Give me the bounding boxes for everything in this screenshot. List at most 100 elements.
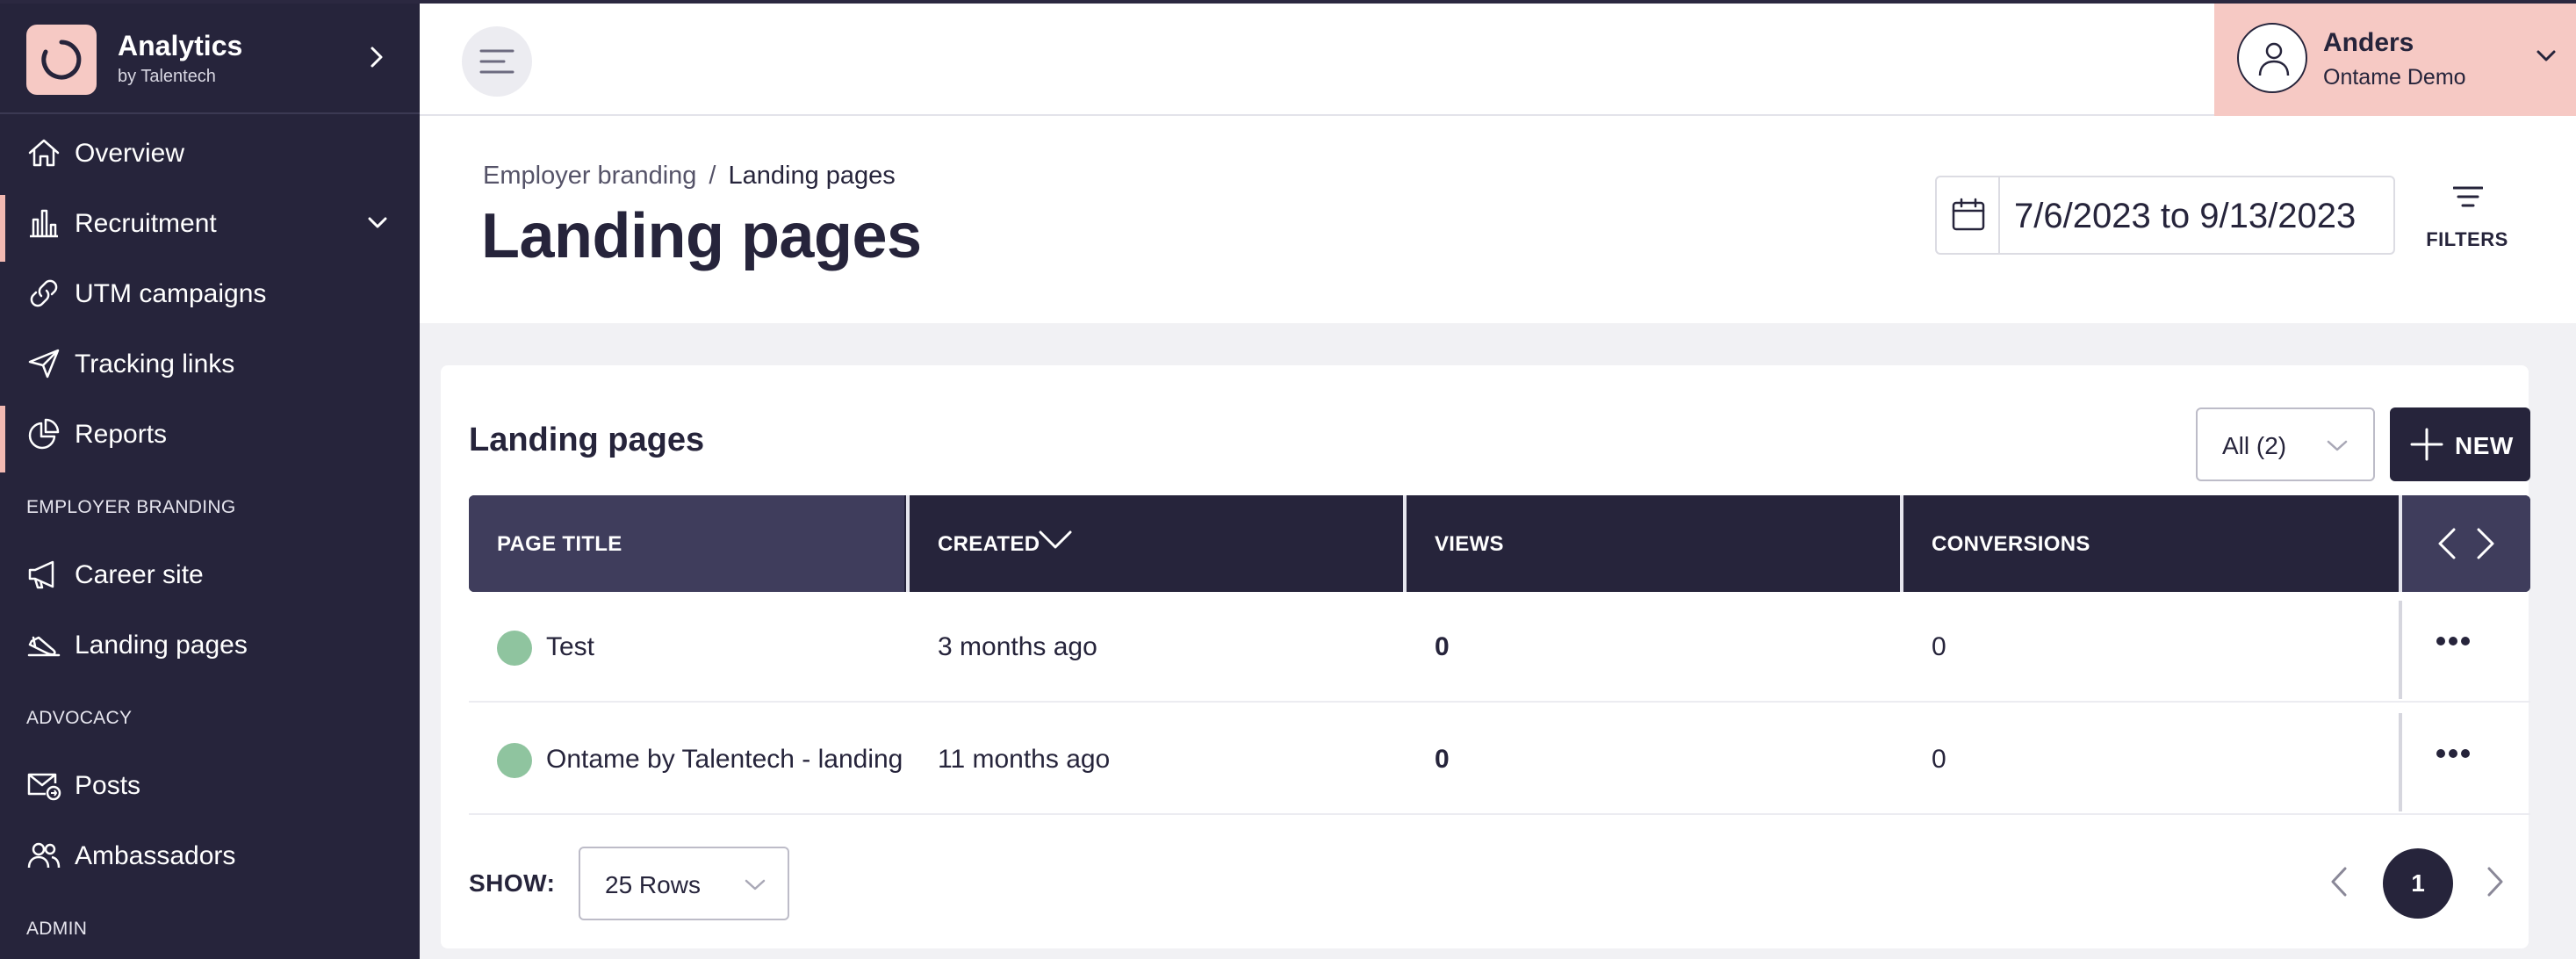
column-header-page-title[interactable]: PAGE TITLE	[469, 495, 904, 592]
table-header: PAGE TITLE CREATED VIEWS CONVERSIONS	[469, 495, 2530, 592]
more-options-icon[interactable]	[2436, 636, 2471, 646]
page-header: Employer branding / Landing pages Landing …	[420, 116, 2576, 323]
sidebar-item-posts[interactable]: Posts	[0, 754, 420, 815]
sidebar-item-landing-pages[interactable]: Landing pages	[0, 613, 420, 674]
row-created: 11 months ago	[938, 745, 1111, 774]
calendar-button[interactable]	[1937, 177, 2000, 253]
section-advocacy: ADVOCACY	[26, 708, 133, 728]
filter-icon	[2453, 186, 2483, 207]
bar-chart-icon	[30, 209, 58, 238]
app-subtitle: by Talentech	[118, 67, 216, 86]
pagination-page-1[interactable]: 1	[2383, 848, 2453, 919]
column-divider	[2399, 601, 2402, 699]
status-dot	[497, 631, 532, 666]
calendar-icon	[1952, 198, 1985, 231]
megaphone-icon	[28, 560, 54, 589]
chevron-down-icon[interactable]	[367, 216, 388, 230]
card-title: Landing pages	[469, 422, 705, 458]
sidebar-item-label: UTM campaigns	[75, 279, 267, 308]
column-header-conversions[interactable]: CONVERSIONS	[1900, 495, 2399, 592]
landing-icon	[27, 636, 61, 657]
chevron-down-icon[interactable]	[2536, 49, 2557, 63]
breadcrumb: Employer branding / Landing pages	[483, 162, 896, 191]
sidebar-item-label: Landing pages	[75, 631, 248, 660]
chevron-right-icon[interactable]	[365, 44, 388, 70]
users-icon	[27, 842, 61, 869]
chevron-right-icon[interactable]	[2474, 527, 2497, 560]
user-menu[interactable]: Anders Ontame Demo	[2214, 4, 2576, 116]
sidebar-item-ambassadors[interactable]: Ambassadors	[0, 824, 420, 885]
column-scroll-controls	[2399, 495, 2530, 592]
row-conversions: 0	[1932, 745, 1946, 774]
sidebar-item-reports[interactable]: Reports	[0, 402, 420, 472]
link-icon	[30, 279, 58, 307]
filters-button[interactable]: FILTERS	[2423, 179, 2511, 260]
column-header-views[interactable]: VIEWS	[1403, 495, 1898, 592]
column-label: CONVERSIONS	[1932, 532, 2090, 556]
show-label: SHOW:	[469, 869, 556, 897]
date-range-value: 7/6/2023 to 9/13/2023	[2014, 197, 2357, 235]
more-options-icon[interactable]	[2436, 748, 2471, 759]
row-views: 0	[1435, 745, 1450, 774]
sidebar-item-overview[interactable]: Overview	[0, 121, 420, 183]
pagination-prev-icon[interactable]	[2328, 866, 2349, 898]
sidebar: Analytics by Talentech Overview Recruitm…	[0, 0, 420, 959]
sidebar-item-tracking-links[interactable]: Tracking links	[0, 332, 420, 393]
landing-pages-card: Landing pages All (2) NEW PAGE TITLE CRE…	[441, 365, 2530, 948]
section-employer-branding: EMPLOYER BRANDING	[26, 497, 236, 517]
plus-icon	[2410, 428, 2443, 461]
sidebar-item-label: Posts	[75, 771, 141, 800]
new-button-label: NEW	[2455, 432, 2514, 459]
sidebar-item-label: Overview	[75, 139, 185, 168]
hamburger-menu-icon	[479, 49, 514, 74]
sidebar-item-label: Career site	[75, 560, 204, 589]
app-name: Analytics	[118, 30, 243, 61]
pie-chart-icon	[28, 418, 60, 450]
breadcrumb-separator: /	[709, 162, 716, 190]
send-icon	[28, 349, 60, 379]
user-organization: Ontame Demo	[2323, 65, 2466, 90]
user-icon	[2258, 42, 2290, 76]
chevron-down-icon	[2327, 440, 2348, 451]
page-title: Landing pages	[481, 201, 922, 271]
top-border	[0, 0, 2576, 4]
date-range-picker[interactable]: 7/6/2023 to 9/13/2023	[1935, 176, 2395, 255]
status-filter-value: All (2)	[2222, 432, 2287, 459]
new-landing-page-button[interactable]: NEW	[2390, 407, 2530, 481]
sidebar-item-label: Reports	[75, 420, 168, 449]
row-page-title[interactable]: Ontame by Talentech - landing page	[546, 745, 906, 775]
chevron-left-icon[interactable]	[2436, 527, 2458, 560]
status-dot	[497, 743, 532, 778]
sidebar-item-utm-campaigns[interactable]: UTM campaigns	[0, 262, 420, 323]
sidebar-item-label: Ambassadors	[75, 841, 236, 870]
sidebar-item-label: Tracking links	[75, 350, 235, 379]
breadcrumb-current: Landing pages	[728, 162, 896, 190]
avatar	[2237, 23, 2307, 93]
row-page-title[interactable]: Test	[546, 632, 906, 662]
analytics-logo-icon	[26, 25, 97, 95]
home-icon	[28, 139, 60, 167]
column-label: VIEWS	[1435, 532, 1504, 556]
pagination-next-icon[interactable]	[2485, 866, 2506, 898]
status-filter-select[interactable]: All (2)	[2196, 407, 2375, 481]
brand-header[interactable]: Analytics by Talentech	[0, 4, 420, 114]
sidebar-item-recruitment[interactable]: Recruitment	[0, 191, 420, 262]
column-header-created[interactable]: CREATED	[906, 495, 1401, 592]
column-label: CREATED	[938, 532, 1040, 556]
chevron-down-icon	[745, 879, 766, 890]
mail-send-icon	[27, 773, 61, 801]
sort-descending-icon	[1039, 530, 1072, 549]
column-label: PAGE TITLE	[497, 532, 622, 556]
rows-per-page-select[interactable]: 25 Rows	[579, 847, 789, 920]
menu-toggle-button[interactable]	[462, 26, 532, 97]
breadcrumb-employer-branding[interactable]: Employer branding	[483, 162, 696, 190]
sidebar-item-label: Recruitment	[75, 209, 217, 238]
table-row[interactable]: Test 3 months ago 0 0	[469, 592, 2530, 703]
user-name: Anders	[2323, 28, 2414, 57]
row-views: 0	[1435, 632, 1450, 661]
table-row[interactable]: Ontame by Talentech - landing page 11 mo…	[469, 704, 2530, 815]
sidebar-item-career-site[interactable]: Career site	[0, 543, 420, 604]
row-created: 3 months ago	[938, 632, 1097, 661]
section-admin: ADMIN	[26, 919, 88, 939]
rows-per-page-value: 25 Rows	[605, 871, 701, 898]
